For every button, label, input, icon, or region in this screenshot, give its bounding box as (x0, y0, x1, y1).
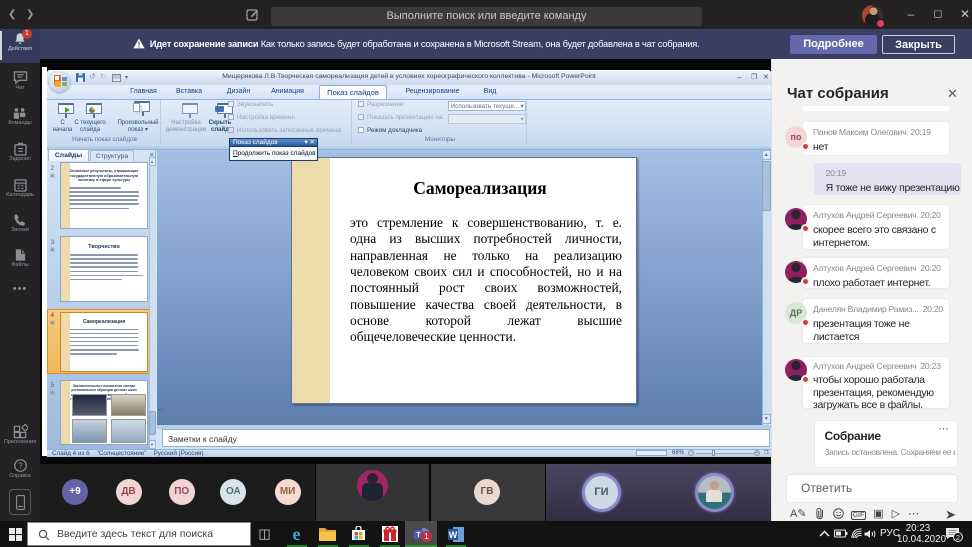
svg-text:?: ? (18, 461, 23, 470)
svg-text:W: W (448, 530, 457, 540)
